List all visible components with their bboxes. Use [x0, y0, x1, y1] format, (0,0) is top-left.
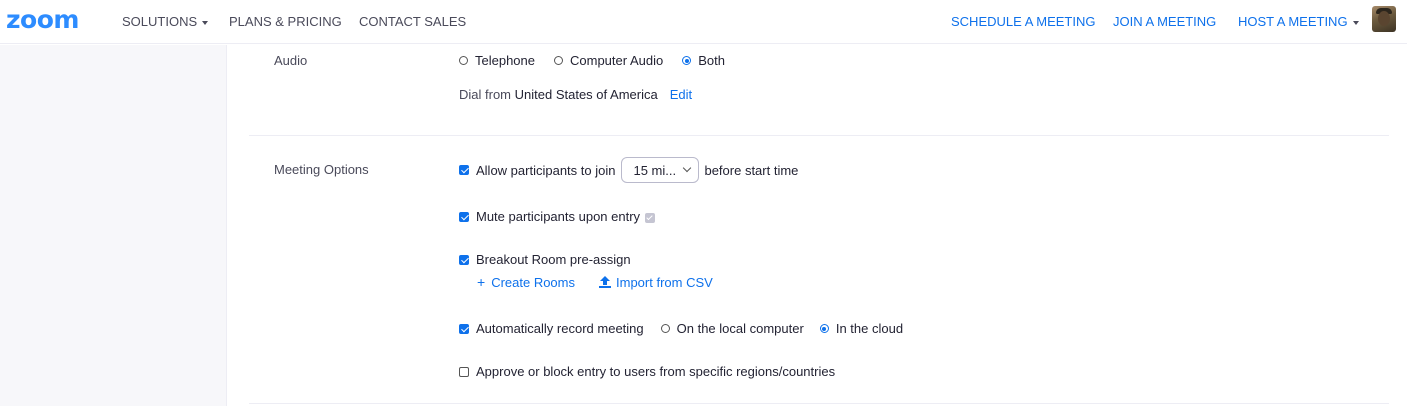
caret-down-icon [1352, 20, 1359, 25]
mute-checkbox[interactable] [459, 211, 469, 222]
join-before-prefix: Allow participants to join [476, 162, 616, 178]
nav-plans-pricing[interactable]: PLANS & PRICING [229, 14, 342, 29]
radio-icon [459, 56, 468, 65]
nav-host-meeting-label: HOST A MEETING [1238, 14, 1348, 29]
zoom-logo[interactable]: zoom [6, 6, 79, 34]
auto-record-row: Automatically record meeting On the loca… [459, 321, 922, 336]
radio-icon [660, 324, 670, 333]
breakout-checkbox[interactable] [459, 254, 469, 265]
chevron-down-icon [683, 163, 692, 173]
nav-host-meeting[interactable]: HOST A MEETING [1238, 14, 1359, 29]
breakout-label: Breakout Room pre-assign [476, 252, 631, 267]
audio-option-label: Both [698, 53, 725, 68]
approve-label: Approve or block entry to users from spe… [476, 364, 836, 379]
join-before-suffix: before start time [704, 162, 799, 178]
create-rooms-link[interactable]: + Create Rooms [477, 274, 575, 290]
radio-icon [554, 56, 563, 65]
avatar[interactable] [1372, 6, 1396, 32]
audio-section-label: Audio [274, 53, 308, 68]
record-option-local[interactable]: On the local computer [660, 321, 804, 336]
radio-selected-icon [819, 324, 829, 333]
dial-from-row: Dial from United States of America Edit [459, 87, 692, 102]
nav-solutions[interactable]: SOLUTIONS [122, 14, 209, 29]
record-option-cloud[interactable]: In the cloud [819, 321, 904, 336]
audio-option-computer[interactable]: Computer Audio [554, 53, 663, 68]
auto-record-checkbox[interactable] [459, 323, 469, 334]
dial-edit-link[interactable]: Edit [670, 87, 692, 102]
join-before-time-value: 15 mi... [633, 162, 677, 178]
audio-option-label: Computer Audio [570, 53, 664, 68]
nav-solutions-label: SOLUTIONS [122, 14, 198, 29]
avatar-face [1378, 11, 1390, 26]
info-icon[interactable] [645, 212, 656, 223]
import-csv-link[interactable]: Import from CSV [599, 275, 713, 290]
mute-row: Mute participants upon entry [459, 209, 656, 224]
nav-join-meeting[interactable]: JOIN A MEETING [1113, 14, 1216, 29]
record-option-label: In the cloud [835, 321, 904, 336]
import-csv-label: Import from CSV [616, 274, 713, 290]
nav-contact-sales[interactable]: CONTACT SALES [359, 14, 466, 29]
caret-down-icon [202, 20, 209, 25]
auto-record-label: Automatically record meeting [476, 321, 644, 336]
dial-from-prefix: Dial from [459, 87, 512, 102]
breakout-actions: + Create Rooms Import from CSV [477, 274, 713, 290]
mute-label: Mute participants upon entry [476, 209, 641, 224]
sidebar [0, 45, 227, 406]
section-divider [249, 403, 1389, 404]
approve-checkbox[interactable] [459, 366, 469, 377]
join-before-row: Allow participants to join 15 mi... befo… [459, 157, 798, 183]
meeting-options-label: Meeting Options [274, 162, 369, 177]
create-rooms-label: Create Rooms [491, 275, 575, 290]
audio-option-label: Telephone [475, 53, 535, 68]
radio-selected-icon [682, 56, 692, 65]
audio-option-telephone[interactable]: Telephone [459, 53, 535, 68]
upload-icon [599, 276, 611, 288]
dial-from-country: United States of America [514, 87, 658, 102]
join-before-checkbox[interactable] [459, 165, 469, 175]
approve-row: Approve or block entry to users from spe… [459, 364, 835, 379]
breakout-row: Breakout Room pre-assign [459, 252, 631, 267]
nav-schedule-meeting[interactable]: SCHEDULE A MEETING [951, 14, 1095, 29]
audio-options: Telephone Computer Audio Both [459, 53, 744, 68]
plus-icon: + [477, 274, 486, 290]
record-option-label: On the local computer [676, 321, 804, 336]
top-nav: zoom SOLUTIONS PLANS & PRICING CONTACT S… [0, 0, 1407, 44]
audio-option-both[interactable]: Both [682, 53, 725, 68]
section-divider [249, 135, 1389, 136]
join-before-time-select[interactable]: 15 mi... [621, 157, 700, 183]
